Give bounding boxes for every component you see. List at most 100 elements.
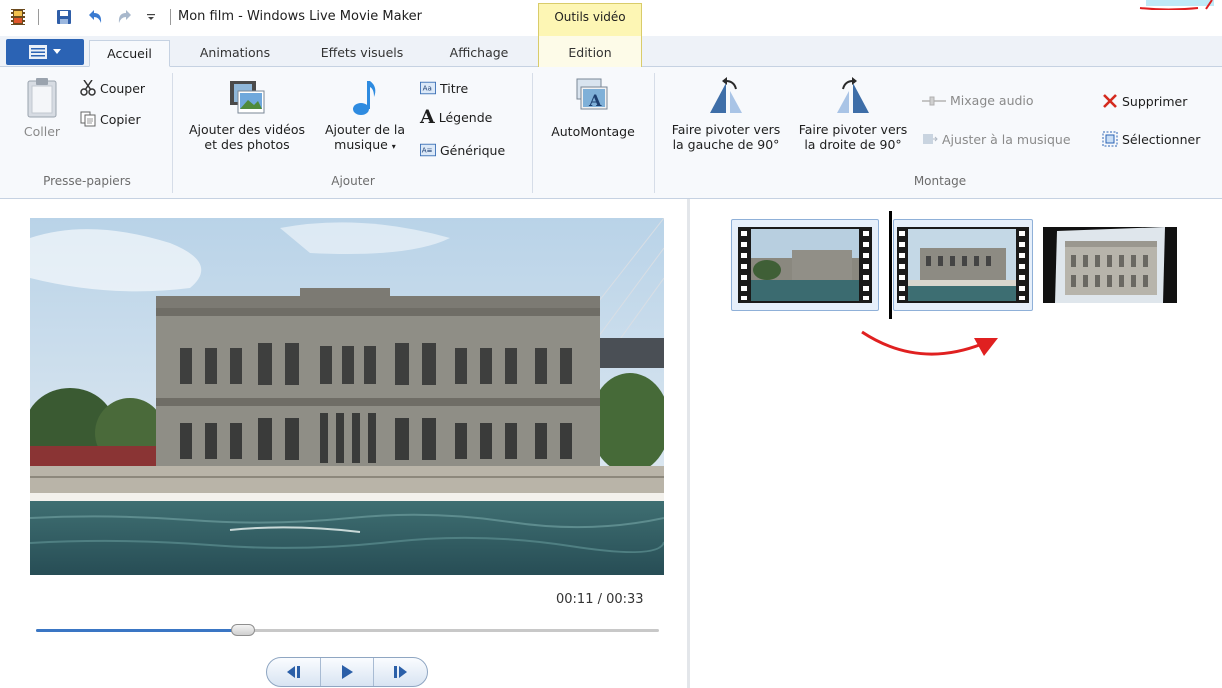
caption-button[interactable]: A Légende xyxy=(420,106,493,128)
automovie-button[interactable]: A AutoMontage xyxy=(540,77,646,139)
credits-icon: A≡ xyxy=(420,143,436,157)
rotate-right-label-line2: la droite de 90° xyxy=(804,137,902,152)
copy-label: Copier xyxy=(100,111,141,127)
file-menu-button[interactable] xyxy=(6,39,84,65)
storyboard-clip[interactable] xyxy=(1043,227,1177,303)
insertion-point-marker xyxy=(889,211,892,319)
film-photo-icon xyxy=(230,81,265,114)
next-frame-button[interactable] xyxy=(374,658,427,686)
clip-thumbnail-2 xyxy=(897,227,1029,303)
credits-label: Générique xyxy=(440,142,506,158)
customize-qat-icon[interactable] xyxy=(145,8,157,26)
rotate-left-icon xyxy=(710,77,742,113)
fit-to-music-button[interactable]: Ajuster à la musique xyxy=(922,131,1071,147)
add-videos-button[interactable]: Ajouter des vidéos et des photos xyxy=(178,77,316,152)
preview-pane: 00:11 / 00:33 xyxy=(0,199,688,688)
audio-mix-icon xyxy=(922,96,946,105)
previous-frame-icon xyxy=(287,666,301,678)
group-separator xyxy=(654,73,655,193)
svg-text:A: A xyxy=(588,91,602,110)
fit-to-music-icon xyxy=(923,134,938,144)
remove-button[interactable]: Supprimer xyxy=(1102,93,1187,109)
rotate-left-button[interactable]: Faire pivoter vers la gauche de 90° xyxy=(662,77,790,152)
cut-label: Couper xyxy=(100,80,146,96)
title-icon: Aa xyxy=(420,81,436,95)
music-note-icon xyxy=(353,81,376,115)
qat-separator xyxy=(38,9,39,25)
tab-effets-visuels[interactable]: Effets visuels xyxy=(305,40,419,67)
rotate-left-label-line2: la gauche de 90° xyxy=(672,137,780,152)
cut-button[interactable]: Couper xyxy=(80,80,145,96)
storyboard-clip[interactable] xyxy=(731,219,879,311)
seek-bar-progress xyxy=(36,629,244,632)
select-button[interactable]: Sélectionner xyxy=(1102,131,1200,147)
tab-edition[interactable]: Edition xyxy=(539,40,641,67)
ribbon: Coller Couper Copier Presse-papiers Ajou… xyxy=(0,67,1222,199)
rotate-right-icon xyxy=(837,77,869,113)
automovie-label: AutoMontage xyxy=(551,124,635,139)
group-label-presse-papiers: Presse-papiers xyxy=(43,174,131,188)
caption-label: Légende xyxy=(438,109,493,125)
previous-frame-button[interactable] xyxy=(267,658,321,686)
red-x-icon xyxy=(1103,94,1117,108)
next-frame-icon xyxy=(393,666,407,678)
undo-icon[interactable] xyxy=(85,8,105,26)
group-label-ajouter: Ajouter xyxy=(331,174,375,188)
paste-button[interactable]: Coller xyxy=(20,77,64,139)
context-tab-group-label: Outils vidéo xyxy=(554,10,626,24)
annotation-mark-icon xyxy=(1139,0,1214,10)
film-icon[interactable] xyxy=(10,8,26,26)
select-icon xyxy=(1102,131,1118,147)
menu-icon xyxy=(29,45,47,59)
caption-icon: A xyxy=(420,106,435,128)
clip-thumbnail-3 xyxy=(1043,227,1177,303)
audio-mix-button[interactable]: Mixage audio xyxy=(922,93,1034,108)
group-separator xyxy=(172,73,173,193)
copy-icon xyxy=(80,111,96,127)
group-separator xyxy=(532,73,533,193)
chevron-down-icon xyxy=(53,49,61,54)
svg-text:Aa: Aa xyxy=(423,84,432,93)
redo-icon[interactable] xyxy=(115,8,135,26)
group-label-montage: Montage xyxy=(913,174,967,188)
add-videos-label-line2: et des photos xyxy=(204,137,290,152)
video-preview[interactable] xyxy=(30,218,664,575)
time-readout: 00:11 / 00:33 xyxy=(556,592,644,607)
select-label: Sélectionner xyxy=(1122,131,1201,147)
rotate-right-label-line1: Faire pivoter vers xyxy=(798,122,908,137)
rotate-left-label-line1: Faire pivoter vers xyxy=(671,122,781,137)
storyboard-pane xyxy=(690,199,1222,688)
title-separator xyxy=(170,9,171,25)
save-icon[interactable] xyxy=(56,8,72,26)
seek-bar[interactable] xyxy=(36,629,659,632)
audio-mix-label: Mixage audio xyxy=(950,93,1034,108)
title-bar: Mon film - Windows Live Movie Maker Outi… xyxy=(0,0,1222,36)
play-button[interactable] xyxy=(321,658,375,686)
seek-bar-thumb[interactable] xyxy=(231,624,256,636)
paste-label: Coller xyxy=(23,124,61,139)
add-music-label-line1: Ajouter de la xyxy=(324,122,406,137)
add-music-button[interactable]: Ajouter de la musique ▾ xyxy=(318,77,412,154)
play-icon xyxy=(342,665,353,679)
title-button[interactable]: Aa Titre xyxy=(420,80,468,96)
credits-button[interactable]: A≡ Générique xyxy=(420,142,505,158)
playback-controls xyxy=(266,657,428,687)
tab-affichage[interactable]: Affichage xyxy=(432,40,526,67)
clip-thumbnail-1 xyxy=(738,227,872,303)
scissors-icon xyxy=(80,80,96,96)
svg-text:A≡: A≡ xyxy=(422,146,433,155)
fit-to-music-label: Ajuster à la musique xyxy=(942,131,1071,147)
context-tab-group: Outils vidéo xyxy=(538,3,642,36)
automovie-icon: A xyxy=(576,78,608,110)
rotate-right-button[interactable]: Faire pivoter vers la droite de 90° xyxy=(790,77,916,152)
storyboard-clip[interactable] xyxy=(893,219,1033,311)
title-label: Titre xyxy=(440,80,469,96)
add-videos-label-line1: Ajouter des vidéos xyxy=(188,122,306,137)
window-title: Mon film - Windows Live Movie Maker xyxy=(178,9,422,24)
copy-button[interactable]: Copier xyxy=(80,111,141,127)
tab-animations[interactable]: Animations xyxy=(183,40,287,67)
remove-label: Supprimer xyxy=(1122,93,1188,109)
tab-accueil[interactable]: Accueil xyxy=(89,40,170,67)
dropdown-arrow-icon[interactable]: ▾ xyxy=(392,142,396,151)
clipboard-icon xyxy=(27,78,57,118)
